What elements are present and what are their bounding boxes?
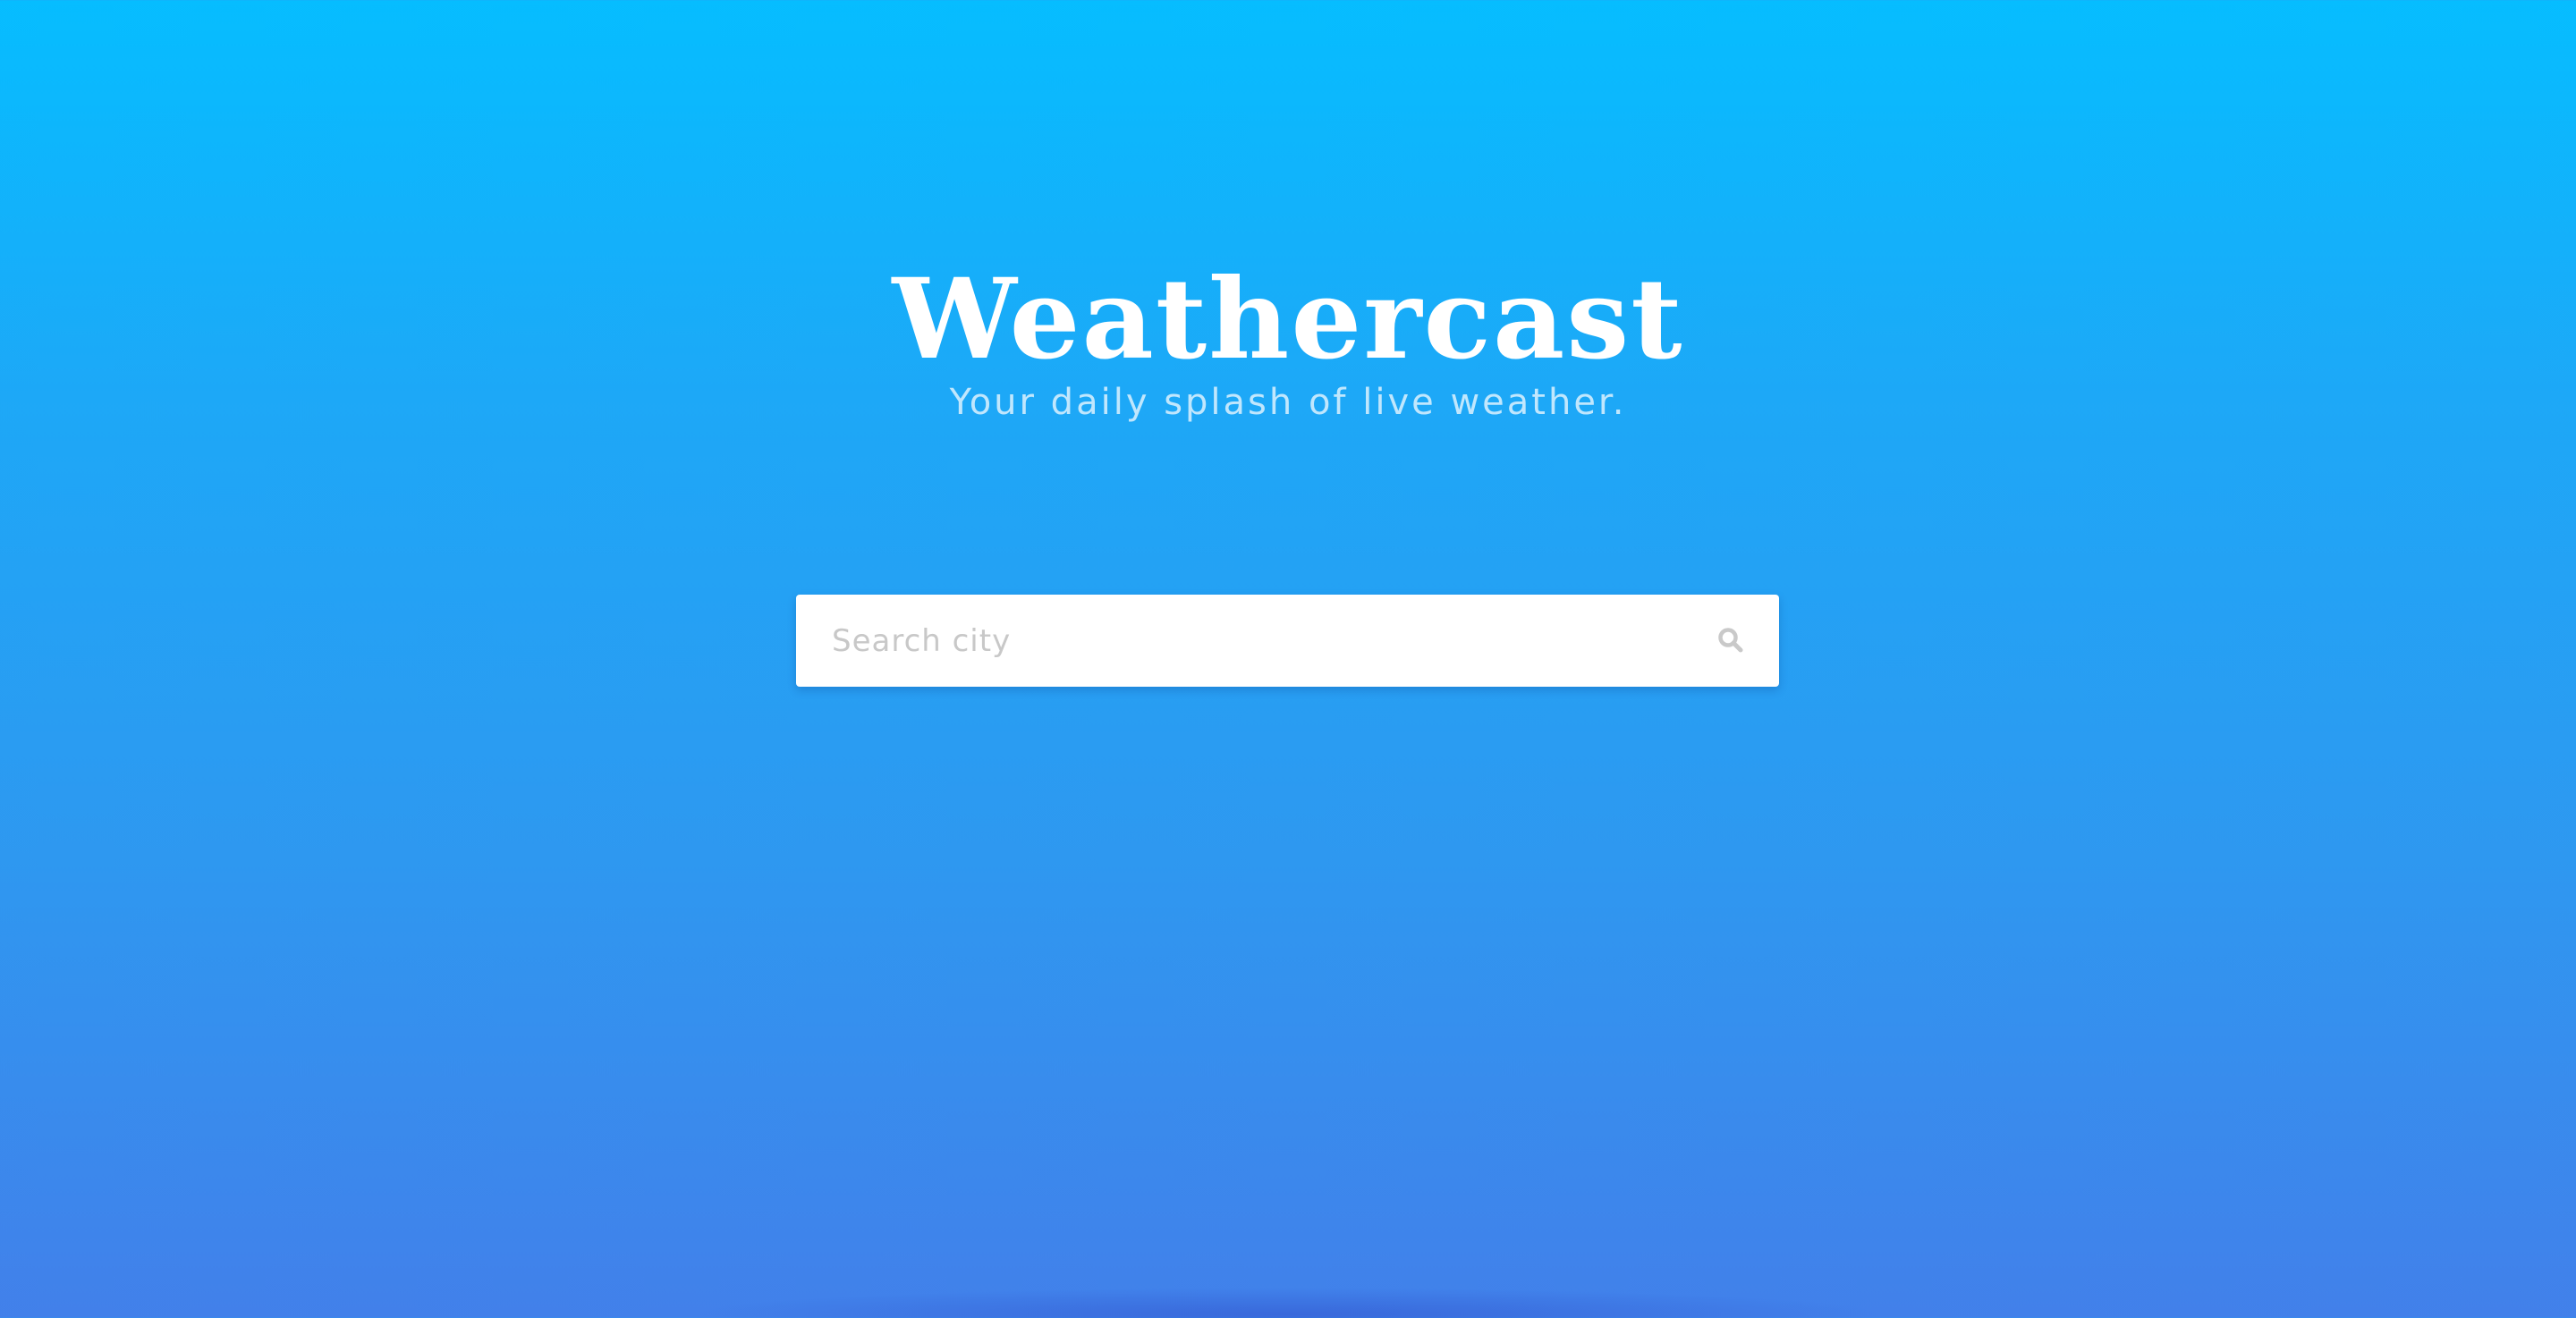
hero-header: Weathercast Your daily splash of live we…: [0, 258, 2576, 426]
search-icon: [1717, 627, 1744, 656]
search-bar: [796, 595, 1779, 687]
search-input[interactable]: [796, 595, 1655, 687]
app-title: Weathercast: [892, 255, 1684, 384]
search-button[interactable]: [1707, 618, 1754, 664]
app-tagline: Your daily splash of live weather.: [949, 382, 1627, 423]
bottom-shadow-decoration: [680, 1288, 1896, 1318]
